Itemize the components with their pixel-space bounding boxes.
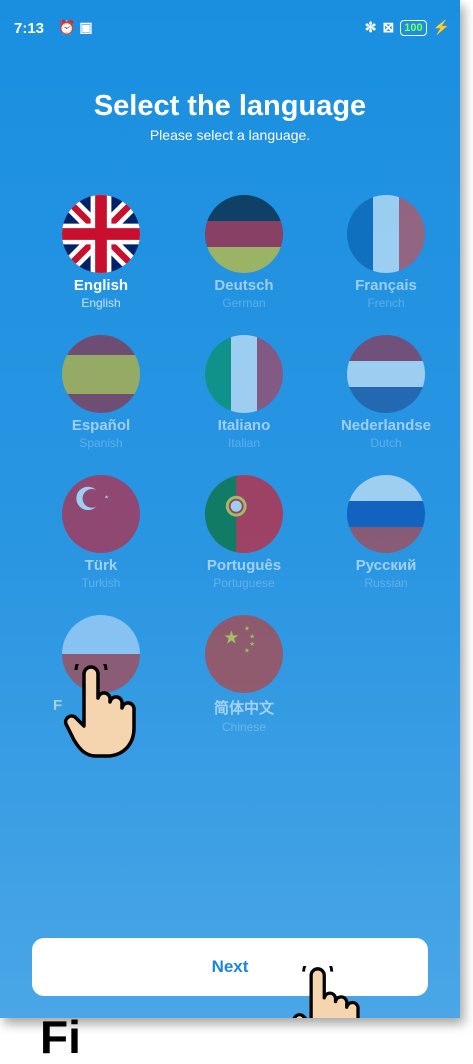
language-subname: Russian: [364, 576, 408, 590]
china-flag-icon: ★ ★ ★ ★ ★: [205, 615, 283, 693]
language-option-nederlandse[interactable]: Nederlandse Dutch: [316, 335, 456, 450]
svg-text:★: ★: [244, 647, 250, 655]
next-button[interactable]: Next: [32, 938, 428, 996]
netherlands-flag-icon: [347, 335, 425, 413]
language-name: Italiano: [217, 417, 271, 434]
pointer-hand-icon: [62, 653, 142, 765]
language-subname: Dutch: [370, 436, 402, 450]
status-bar: 7:13 ⏰ ▣ ✻ ⊠ 100 ⚡: [0, 0, 460, 40]
language-option-italiano[interactable]: Italiano Italian: [174, 335, 314, 450]
language-name: Nederlandse: [340, 417, 432, 434]
phone-screen: 7:13 ⏰ ▣ ✻ ⊠ 100 ⚡ Select the language P…: [0, 0, 460, 1018]
language-option-russian[interactable]: Русский Russian: [316, 475, 456, 590]
status-right: ✻ ⊠ 100 ⚡: [365, 19, 450, 36]
battery-icon: 100: [400, 19, 427, 36]
language-name: Deutsch: [214, 277, 274, 294]
language-name: Türk: [84, 557, 118, 574]
language-name: Français: [355, 277, 417, 294]
language-subname: English: [81, 296, 121, 310]
language-subname: German: [222, 296, 266, 310]
germany-flag-icon: [205, 195, 283, 273]
language-name: Русский: [355, 557, 417, 574]
russia-flag-icon: [347, 475, 425, 553]
language-subname: Italian: [227, 436, 261, 450]
portugal-flag-icon: [205, 475, 283, 553]
clock: 7:13: [14, 20, 45, 37]
turkey-flag-icon: [62, 475, 140, 553]
language-name: Português: [206, 557, 282, 574]
signal-icon: ⊠: [382, 19, 395, 35]
charging-icon: ⚡: [432, 19, 450, 35]
language-option-portugues[interactable]: Português Portuguese: [174, 475, 314, 590]
language-subname: Spanish: [79, 436, 123, 450]
language-subname: Chinese: [221, 720, 267, 734]
language-option-deutsch[interactable]: Deutsch German: [174, 195, 314, 310]
page-subtitle: Please select a language.: [149, 127, 311, 143]
caption-text: Fi: [40, 1011, 81, 1063]
svg-text:★: ★: [249, 640, 255, 648]
language-name: 简体中文: [213, 700, 274, 717]
svg-text:★: ★: [249, 632, 255, 640]
language-subname: Turkish: [81, 576, 121, 590]
language-name: Español: [71, 417, 131, 434]
notification-icons: ⏰ ▣: [58, 19, 93, 35]
spain-flag-icon: [62, 335, 140, 413]
language-option-turk[interactable]: Türk Turkish: [31, 475, 171, 590]
language-name: English: [73, 277, 129, 294]
pointer-hand-icon: [290, 956, 366, 1018]
language-option-espanol[interactable]: Español Spanish: [31, 335, 171, 450]
svg-text:★: ★: [223, 628, 239, 649]
language-subname: Portuguese: [213, 576, 275, 590]
italy-flag-icon: [205, 335, 283, 413]
uk-flag-icon: [62, 195, 140, 273]
language-option-chinese[interactable]: ★ ★ ★ ★ ★ 简体中文 Chinese: [174, 615, 314, 734]
language-subname: French: [367, 296, 405, 310]
france-flag-icon: [347, 195, 425, 273]
page-title: Select the language: [93, 90, 367, 122]
language-option-english[interactable]: English English: [31, 195, 171, 310]
bluetooth-icon: ✻: [364, 19, 377, 35]
language-option-francais[interactable]: Français French: [316, 195, 456, 310]
